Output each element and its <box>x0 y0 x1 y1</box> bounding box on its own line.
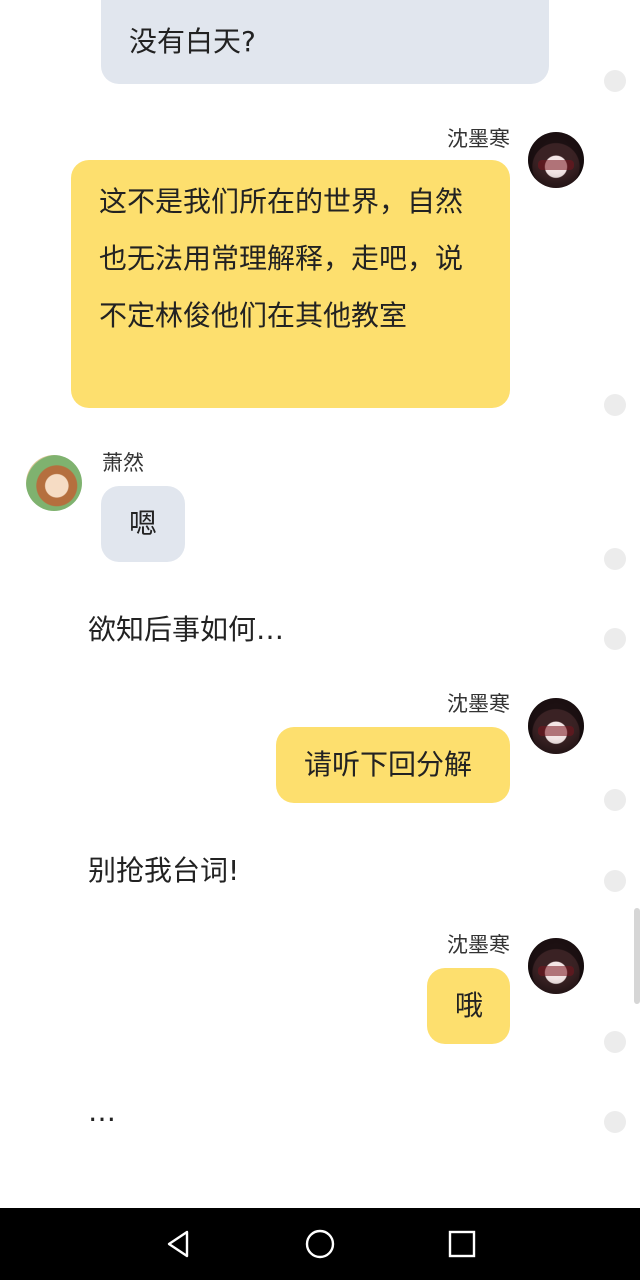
sender-name: 萧然 <box>102 451 144 475</box>
recents-button[interactable] <box>444 1226 480 1262</box>
message-text: 没有白天? <box>129 25 256 58</box>
message-select-dot[interactable] <box>604 789 626 811</box>
message-select-dot[interactable] <box>604 70 626 92</box>
message-bubble[interactable]: 嗯 <box>101 486 185 562</box>
message-bubble[interactable]: 没有白天? <box>101 0 549 84</box>
triangle-back-icon <box>167 1230 189 1258</box>
narration-text: … <box>88 1095 116 1128</box>
message-bubble[interactable]: 哦 <box>427 968 510 1044</box>
avatar[interactable] <box>528 698 584 754</box>
system-navigation-bar <box>0 1208 640 1280</box>
narration-text: 别抢我台词! <box>88 854 240 887</box>
circle-home-icon <box>305 1229 335 1259</box>
message-text: 嗯 <box>129 507 158 540</box>
back-button[interactable] <box>160 1226 196 1262</box>
chat-area[interactable]: 没有白天? 沈墨寒 这不是我们所在的世界，自然也无法用常理解释，走吧，说不定林俊… <box>0 0 640 1208</box>
message-select-dot[interactable] <box>604 1031 626 1053</box>
sender-name: 沈墨寒 <box>447 933 510 957</box>
message-text: 请听下回分解 <box>304 748 473 781</box>
message-text: 哦 <box>455 989 484 1022</box>
square-recents-icon <box>448 1230 476 1258</box>
message-select-dot[interactable] <box>604 1111 626 1133</box>
message-select-dot[interactable] <box>604 548 626 570</box>
message-bubble[interactable]: 请听下回分解 <box>276 727 510 803</box>
avatar[interactable] <box>528 938 584 994</box>
message-select-dot[interactable] <box>604 394 626 416</box>
scrollbar-thumb[interactable] <box>634 908 640 1004</box>
message-bubble[interactable]: 这不是我们所在的世界，自然也无法用常理解释，走吧，说不定林俊他们在其他教室 <box>71 160 510 408</box>
message-select-dot[interactable] <box>604 628 626 650</box>
avatar[interactable] <box>528 132 584 188</box>
sender-name: 沈墨寒 <box>447 692 510 716</box>
sender-name: 沈墨寒 <box>447 127 510 151</box>
message-select-dot[interactable] <box>604 870 626 892</box>
message-text: 这不是我们所在的世界，自然也无法用常理解释，走吧，说不定林俊他们在其他教室 <box>99 185 464 332</box>
narration-text: 欲知后事如何… <box>88 613 285 646</box>
avatar[interactable] <box>26 455 82 511</box>
home-button[interactable] <box>302 1226 338 1262</box>
